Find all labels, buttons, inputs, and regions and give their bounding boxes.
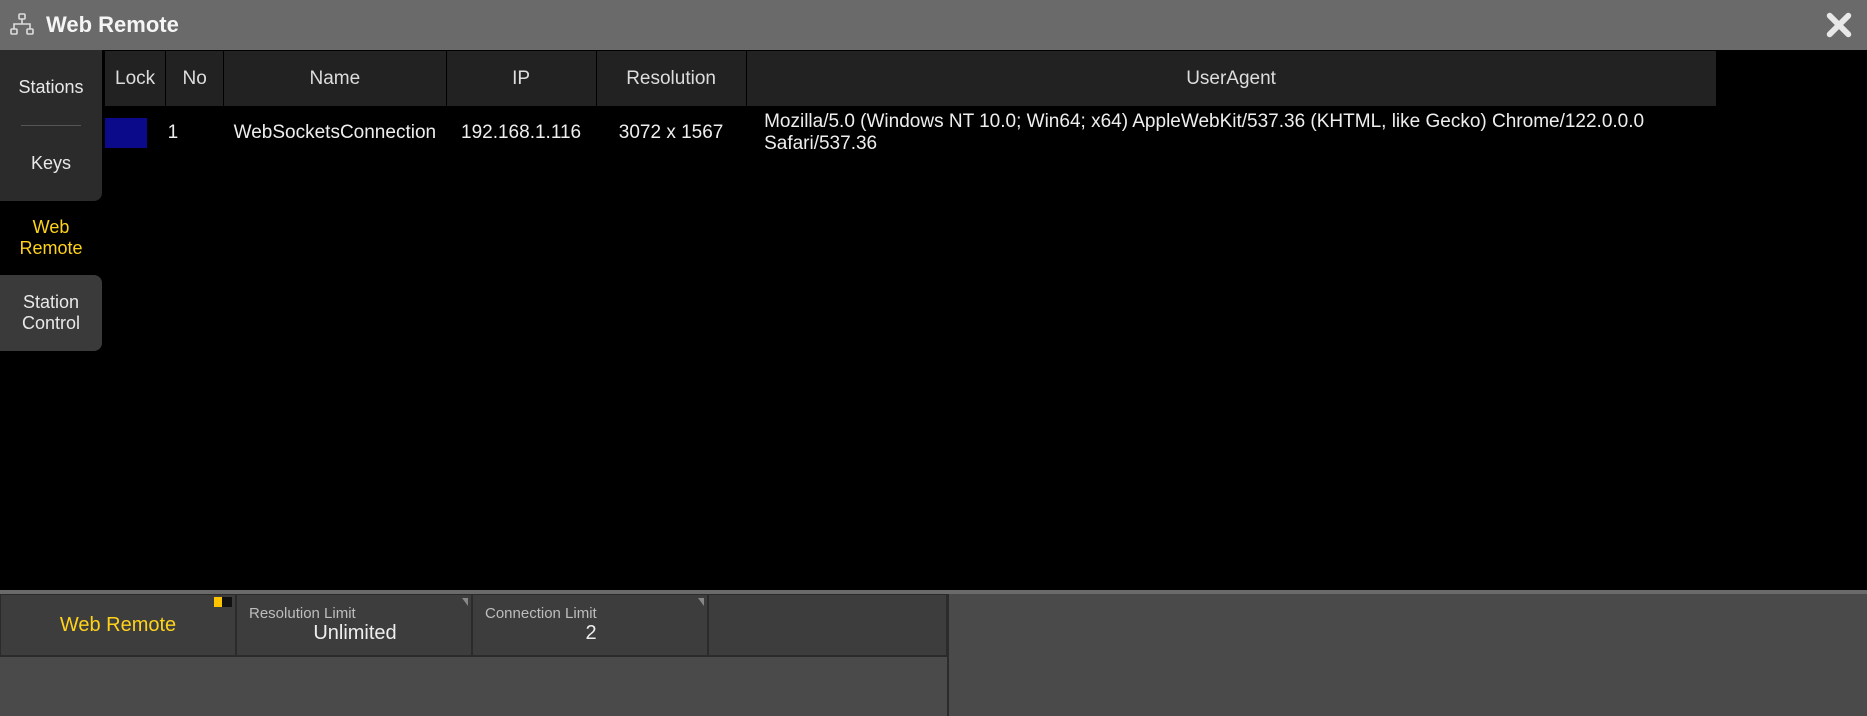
resolution-limit-cell[interactable]: Resolution Limit Unlimited <box>236 594 472 656</box>
network-icon <box>8 11 36 39</box>
sidebar: Stations Keys Web Remote Station Control <box>0 50 102 590</box>
dropdown-icon <box>462 598 468 606</box>
tab-stations[interactable]: Stations <box>0 50 102 125</box>
bottom-spacer <box>0 656 947 716</box>
param-value: 2 <box>485 622 697 645</box>
content-pane: Lock No Name IP Resolution UserAgent 1 W… <box>102 50 1867 590</box>
tab-web-remote[interactable]: Web Remote <box>0 201 102 275</box>
close-icon <box>1825 11 1853 39</box>
section-title-cell[interactable]: Web Remote <box>0 594 236 656</box>
col-header-no[interactable]: No <box>166 51 224 107</box>
empty-param-cell <box>708 594 947 656</box>
tab-station-control[interactable]: Station Control <box>0 275 102 351</box>
bottom-left-panel: Web Remote Resolution Limit Unlimited Co… <box>0 594 947 716</box>
cell-no: 1 <box>166 107 224 160</box>
param-value: Unlimited <box>249 622 461 645</box>
tab-keys[interactable]: Keys <box>0 126 102 201</box>
connections-table: Lock No Name IP Resolution UserAgent 1 W… <box>104 50 1717 159</box>
cell-ip: 192.168.1.116 <box>446 107 596 160</box>
param-label: Resolution Limit <box>249 605 461 622</box>
lock-color-swatch <box>105 118 147 148</box>
close-button[interactable] <box>1817 0 1861 50</box>
tab-label: Web Remote <box>19 217 82 258</box>
tab-label: Stations <box>18 77 83 98</box>
col-header-ip[interactable]: IP <box>446 51 596 107</box>
table-header-row: Lock No Name IP Resolution UserAgent <box>105 51 1717 107</box>
col-header-lock[interactable]: Lock <box>105 51 166 107</box>
window-title: Web Remote <box>46 12 179 38</box>
tab-label: Station Control <box>22 292 80 333</box>
section-title: Web Remote <box>60 614 176 637</box>
cell-lock[interactable] <box>105 107 166 160</box>
col-header-useragent[interactable]: UserAgent <box>746 51 1716 107</box>
col-header-name[interactable]: Name <box>224 51 446 107</box>
col-header-resolution[interactable]: Resolution <box>596 51 746 107</box>
cell-useragent: Mozilla/5.0 (Windows NT 10.0; Win64; x64… <box>746 107 1716 160</box>
param-label: Connection Limit <box>485 605 697 622</box>
titlebar: Web Remote <box>0 0 1867 50</box>
param-row: Web Remote Resolution Limit Unlimited Co… <box>0 594 947 656</box>
connection-limit-cell[interactable]: Connection Limit 2 <box>472 594 708 656</box>
cell-resolution: 3072 x 1567 <box>596 107 746 160</box>
main-area: Stations Keys Web Remote Station Control… <box>0 50 1867 590</box>
indicator-icon <box>214 597 232 607</box>
bottom-right-panel <box>947 594 1867 716</box>
table-row[interactable]: 1 WebSocketsConnection 192.168.1.116 307… <box>105 107 1717 160</box>
tab-label: Keys <box>31 153 71 174</box>
bottom-dock: Web Remote Resolution Limit Unlimited Co… <box>0 590 1867 716</box>
cell-name: WebSocketsConnection <box>224 107 446 160</box>
dropdown-icon <box>698 598 704 606</box>
